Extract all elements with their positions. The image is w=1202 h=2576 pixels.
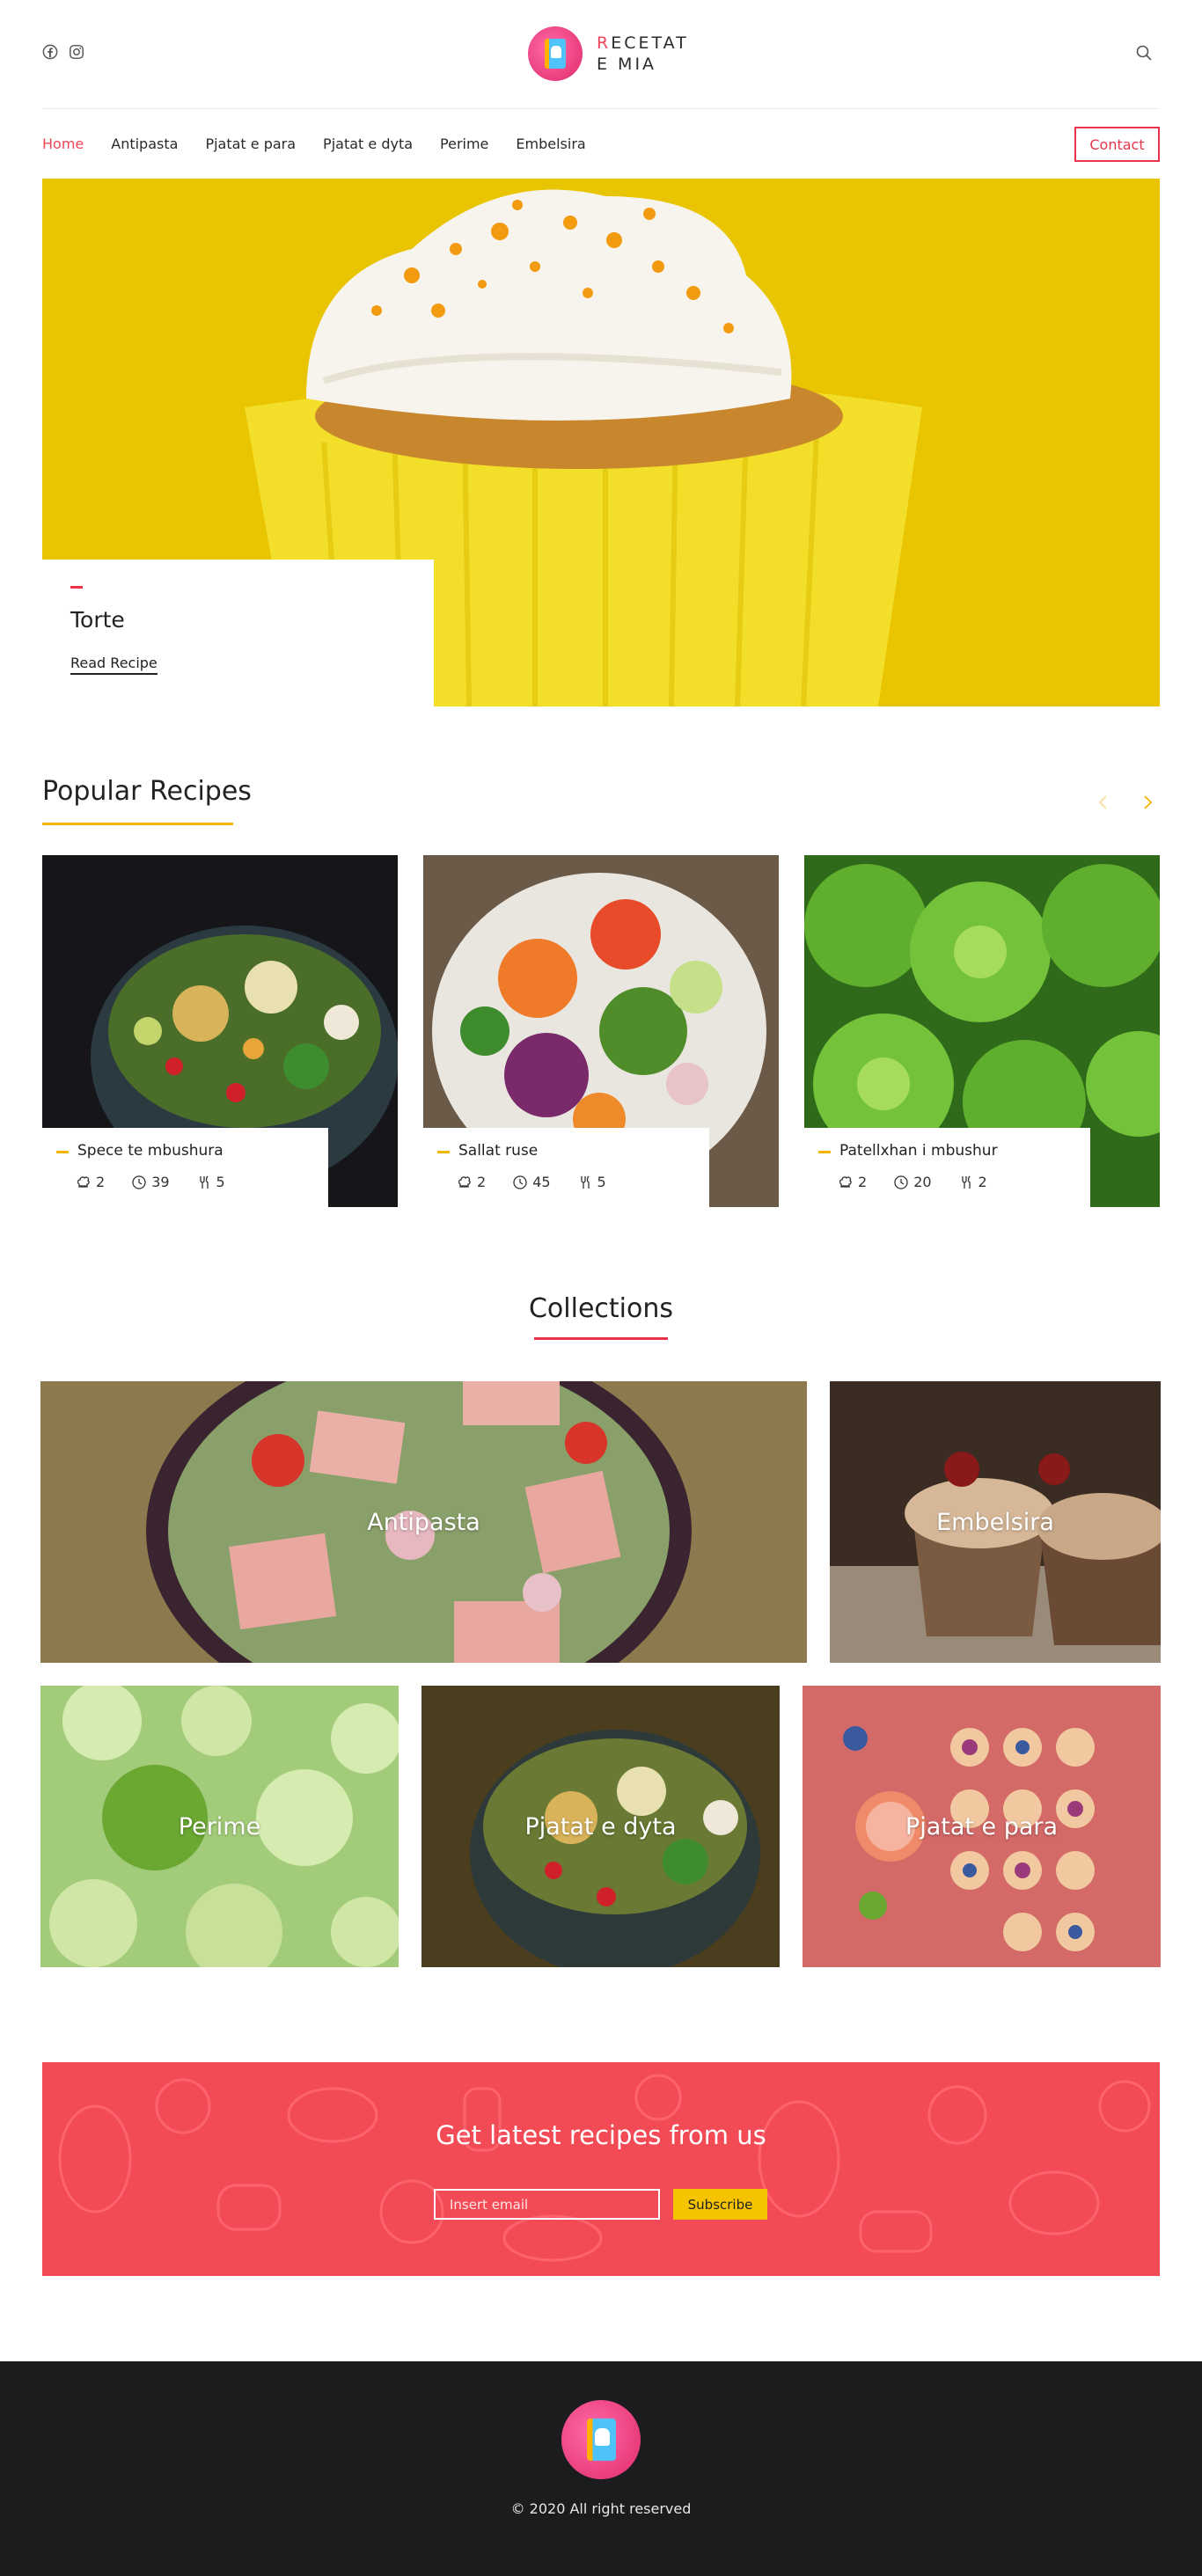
search-icon[interactable]	[1135, 44, 1153, 62]
copyright-text: © 2020 All right reserved	[510, 2500, 692, 2517]
servings-value: 2	[477, 1174, 487, 1190]
read-recipe-link[interactable]: Read Recipe	[70, 655, 158, 675]
carousel-prev-icon[interactable]	[1095, 794, 1112, 811]
servings-value: 2	[96, 1174, 106, 1190]
recipe-card[interactable]: Spece te mbushura 2 39 5	[42, 855, 398, 1207]
clock-icon	[894, 1175, 908, 1189]
accent-dash	[818, 1151, 831, 1153]
collection-tile-antipasta[interactable]: Antipasta	[40, 1381, 807, 1663]
nav-item-pjatat-e-dyta[interactable]: Pjatat e dyta	[323, 135, 413, 152]
chef-hat-icon	[77, 1175, 90, 1188]
logo-text: RECETAT E MIA	[597, 33, 689, 74]
nav-item-home[interactable]: Home	[42, 135, 84, 152]
facebook-icon[interactable]	[42, 44, 58, 60]
recipe-card[interactable]: Patellxhan i mbushur 2 20 2	[804, 855, 1160, 1207]
food-pattern-background	[58, 2074, 1151, 2262]
nav-item-embelsira[interactable]: Embelsira	[516, 135, 585, 152]
chef-hat-icon	[458, 1175, 471, 1188]
recipe-info: Patellxhan i mbushur 2 20 2	[804, 1128, 1090, 1207]
utensils-icon	[199, 1175, 209, 1189]
collection-tile-perime[interactable]: Perime	[40, 1686, 399, 1967]
accent-dash	[56, 1151, 69, 1153]
newsletter-title: Get latest recipes from us	[436, 2120, 766, 2150]
time-value: 45	[532, 1174, 551, 1190]
hero-caption-card: Torte Read Recipe	[42, 560, 434, 706]
time-value: 39	[151, 1174, 170, 1190]
recipe-name[interactable]: Spece te mbushura	[77, 1142, 224, 1160]
clock-icon	[513, 1175, 527, 1189]
title-underline	[42, 823, 233, 825]
collection-tile-embelsira[interactable]: Embelsira	[830, 1381, 1161, 1663]
recipe-info: Spece te mbushura 2 39 5	[42, 1128, 328, 1207]
accent-dash	[437, 1151, 450, 1153]
footer-logo-icon[interactable]	[561, 2400, 641, 2479]
ingredients-value: 5	[597, 1174, 606, 1190]
servings-value: 2	[858, 1174, 868, 1190]
ingredients-value: 5	[216, 1174, 225, 1190]
recipe-name[interactable]: Patellxhan i mbushur	[839, 1142, 998, 1160]
main-nav: Home Antipasta Pjatat e para Pjatat e dy…	[42, 135, 586, 152]
header-divider	[42, 108, 1160, 109]
popular-recipes-title: Popular Recipes	[42, 776, 252, 807]
recipe-meta: 2 45 5	[457, 1174, 606, 1190]
logo-icon	[528, 26, 583, 81]
collection-label: Perime	[178, 1812, 261, 1841]
nav-item-pjatat-e-para[interactable]: Pjatat e para	[205, 135, 296, 152]
newsletter-banner	[42, 2062, 1160, 2276]
social-links	[42, 44, 84, 60]
collection-tile-pjatat-e-dyta[interactable]: Pjatat e dyta	[421, 1686, 780, 1967]
subscribe-button[interactable]: Subscribe	[673, 2189, 767, 2220]
title-underline	[534, 1337, 668, 1340]
site-logo[interactable]: RECETAT E MIA	[528, 26, 689, 81]
utensils-icon	[580, 1175, 590, 1189]
nav-item-perime[interactable]: Perime	[440, 135, 488, 152]
recipe-name[interactable]: Sallat ruse	[458, 1142, 538, 1160]
nav-item-antipasta[interactable]: Antipasta	[111, 135, 178, 152]
time-value: 20	[913, 1174, 932, 1190]
clock-icon	[132, 1175, 146, 1189]
newsletter-email-input[interactable]	[434, 2189, 660, 2220]
contact-button[interactable]: Contact	[1074, 127, 1160, 162]
carousel-next-icon[interactable]	[1139, 794, 1156, 811]
accent-dash	[70, 586, 83, 589]
collection-label: Antipasta	[367, 1508, 480, 1536]
collection-label: Embelsira	[936, 1508, 1054, 1536]
collections-title: Collections	[528, 1293, 674, 1324]
collection-label: Pjatat e dyta	[524, 1812, 677, 1841]
recipe-card[interactable]: Sallat ruse 2 45 5	[423, 855, 779, 1207]
hero-title: Torte	[70, 607, 125, 633]
recipe-info: Sallat ruse 2 45 5	[423, 1128, 709, 1207]
recipe-meta: 2 39 5	[76, 1174, 225, 1190]
chef-hat-icon	[839, 1175, 852, 1188]
collection-label: Pjatat e para	[905, 1812, 1059, 1841]
collection-tile-pjatat-e-para[interactable]: Pjatat e para	[803, 1686, 1161, 1967]
instagram-icon[interactable]	[69, 44, 84, 60]
utensils-icon	[961, 1175, 971, 1189]
ingredients-value: 2	[978, 1174, 987, 1190]
recipe-meta: 2 20 2	[838, 1174, 987, 1190]
